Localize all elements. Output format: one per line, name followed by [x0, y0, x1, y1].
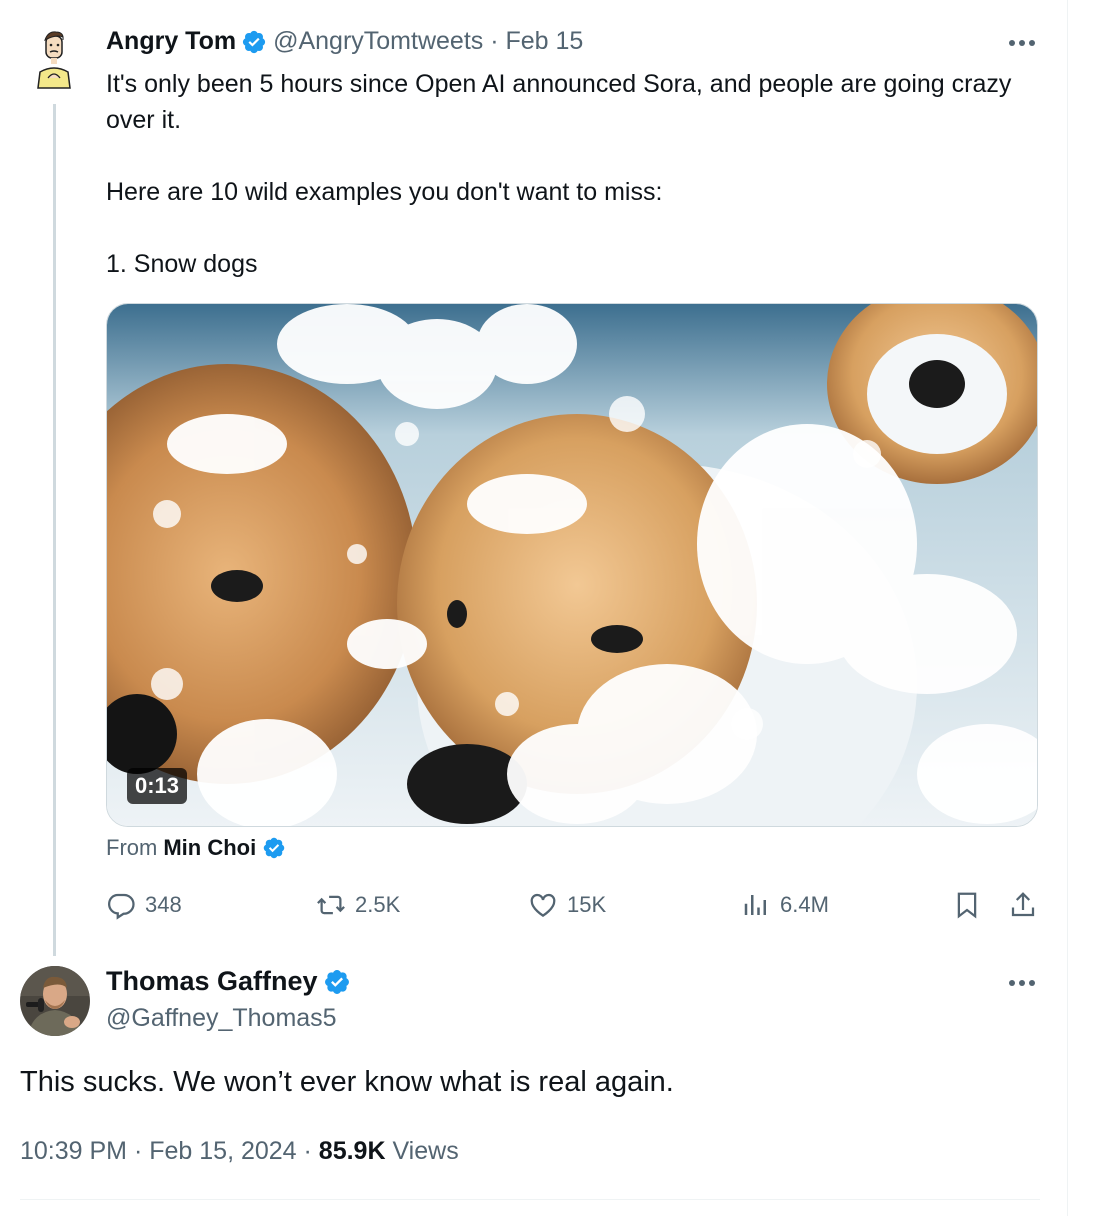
tweet-text-line: It's only been 5 hours since Open AI ann… [106, 70, 1012, 134]
bookmark-button[interactable] [952, 890, 991, 920]
thread-connector-line [53, 104, 56, 956]
verified-badge-icon [241, 29, 267, 55]
author-avatar-angry-tom[interactable] [28, 28, 80, 92]
reply-views-count: 85.9K [318, 1137, 386, 1165]
repost-count: 2.5K [355, 892, 401, 917]
meta-separator: · [127, 1137, 150, 1165]
bookmark-icon [957, 892, 977, 919]
author-avatar-thomas-gaffney[interactable] [20, 966, 90, 1036]
column-divider [1067, 0, 1068, 1216]
date-separator: · [483, 27, 506, 55]
tweet-text-line: Here are 10 wild examples you don't want… [106, 178, 663, 206]
reply-button[interactable]: 348 [106, 890, 182, 920]
share-icon [1011, 892, 1035, 917]
author-handle[interactable]: @AngryTomtweets [273, 27, 483, 56]
reply-text: This sucks. We won’t ever know what is r… [20, 1066, 674, 1098]
video-thumbnail [107, 304, 1037, 826]
verified-badge-icon [262, 836, 286, 860]
views-button[interactable]: 6.4M [741, 890, 829, 920]
tweet-date[interactable]: Feb 15 [505, 27, 583, 56]
tweet-text-line: 1. Snow dogs [106, 250, 258, 278]
reply-icon [107, 893, 135, 920]
reply-metadata: 10:39 PM · Feb 15, 2024 · 85.9K Views [20, 1137, 459, 1166]
views-count: 6.4M [780, 892, 829, 917]
reply-count: 348 [145, 892, 182, 917]
reply-header: Thomas Gaffney [106, 966, 357, 997]
views-icon [744, 895, 766, 915]
reply-date[interactable]: Feb 15, 2024 [149, 1137, 296, 1165]
more-icon[interactable] [1009, 40, 1039, 48]
meta-separator: · [296, 1137, 319, 1165]
media-attribution: From Min Choi [106, 835, 292, 861]
like-button[interactable]: 15K [528, 890, 606, 920]
tweet-header: Angry Tom @AngryTomtweets · Feb 15 [106, 27, 583, 56]
reply-time[interactable]: 10:39 PM [20, 1137, 127, 1165]
like-count: 15K [567, 892, 607, 917]
verified-badge-icon [323, 968, 351, 996]
author-name[interactable]: Angry Tom [106, 27, 236, 56]
like-icon [530, 893, 556, 917]
repost-button[interactable]: 2.5K [316, 890, 400, 920]
video-player[interactable] [106, 303, 1038, 827]
tweet-divider [20, 1199, 1040, 1200]
attribution-prefix: From [106, 835, 158, 860]
more-icon[interactable] [1009, 980, 1039, 988]
share-button[interactable] [1008, 890, 1047, 920]
reply-views-label: Views [385, 1137, 459, 1165]
tweet-text: It's only been 5 hours since Open AI ann… [106, 66, 1046, 282]
reply-author-handle[interactable]: @Gaffney_Thomas5 [106, 1004, 337, 1033]
repost-icon [317, 895, 345, 915]
video-duration-badge: 0:13 [127, 768, 188, 804]
reply-author-name[interactable]: Thomas Gaffney [106, 966, 318, 997]
attribution-source-name[interactable]: Min Choi [163, 835, 256, 861]
